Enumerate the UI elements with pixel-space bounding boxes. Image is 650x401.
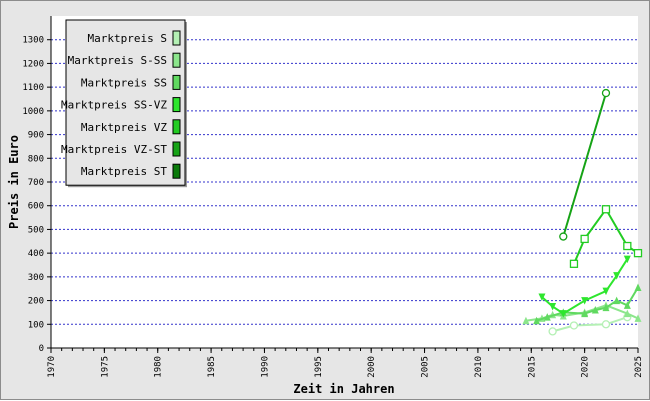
y-tick-label: 200 (28, 297, 44, 307)
legend-label: Marktpreis SS-VZ (61, 99, 167, 112)
x-tick-label: 2010 (474, 356, 484, 378)
legend-label: Marktpreis VZ-ST (61, 143, 167, 156)
legend-swatch (172, 163, 181, 179)
legend-label: Marktpreis S-SS (68, 54, 167, 67)
y-tick-label: 500 (28, 225, 44, 235)
x-tick-label: 1995 (314, 356, 324, 378)
y-axis-title: Preis in Euro (7, 135, 21, 229)
legend-label: Marktpreis ST (81, 165, 167, 178)
y-tick-label: 600 (28, 202, 44, 212)
legend-swatch (172, 97, 181, 113)
x-tick-label: 1985 (207, 356, 217, 378)
x-tick-label: 2015 (527, 356, 537, 378)
data-point (569, 321, 579, 330)
legend-swatch (172, 74, 181, 90)
y-tick-label: 0 (39, 344, 44, 354)
legend-swatch (172, 119, 181, 135)
x-tick-label: 1980 (154, 356, 164, 378)
y-tick-label: 400 (28, 249, 44, 259)
legend-label: Marktpreis S (88, 32, 167, 45)
legend-label: Marktpreis VZ (81, 121, 167, 134)
chart-frame: 0 100 200 300 400 500 600 700 800 900 1000 1100 1200… (0, 0, 650, 400)
y-tick-label: 700 (28, 178, 44, 188)
data-point (601, 205, 611, 214)
y-tick-label: 300 (28, 273, 44, 283)
x-tick-label: 1975 (100, 356, 110, 378)
x-tick-label: 2005 (421, 356, 431, 378)
legend-swatch (172, 52, 181, 68)
x-tick-label: 2020 (581, 356, 591, 378)
line-chart: 0 100 200 300 400 500 600 700 800 900 1000 1100 1200… (7, 16, 644, 396)
data-point (601, 88, 611, 98)
data-point (548, 327, 557, 336)
data-point (633, 248, 643, 258)
data-point (569, 259, 579, 268)
y-tick-label: 800 (28, 154, 44, 164)
x-tick-label: 2000 (367, 356, 377, 378)
y-tick-label: 100 (28, 320, 44, 330)
legend-label: Marktpreis SS (81, 76, 167, 89)
legend-swatch (172, 30, 181, 46)
y-tick-label: 900 (28, 131, 44, 141)
data-point (601, 320, 611, 329)
y-tick-label: 1000 (22, 107, 44, 117)
data-point (559, 232, 568, 241)
data-point (580, 234, 589, 244)
x-tick-label: 1970 (47, 356, 57, 378)
y-tick-label: 1100 (22, 83, 44, 93)
y-tick-label: 1300 (22, 36, 44, 46)
legend-swatch (172, 141, 181, 157)
legend: Marktpreis S Marktpreis S-SS Marktpreis SS… (61, 19, 187, 188)
y-tick-label: 1200 (22, 59, 44, 69)
x-axis-title: Zeit in Jahren (293, 382, 394, 396)
x-tick-label: 1990 (260, 356, 270, 378)
data-point (623, 241, 632, 251)
x-tick-label: 2025 (634, 356, 644, 378)
